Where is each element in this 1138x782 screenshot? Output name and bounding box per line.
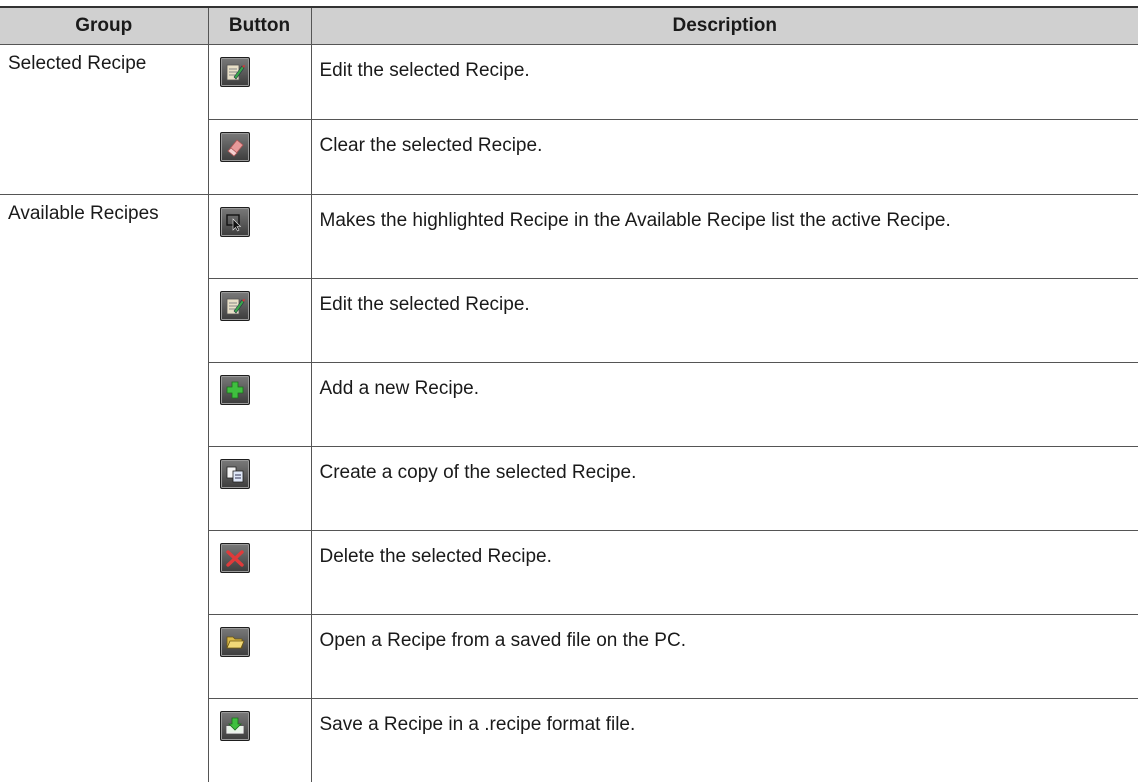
description-text: Clear the selected Recipe. bbox=[311, 120, 1138, 195]
table-header-row: Group Button Description bbox=[0, 7, 1138, 45]
button-reference-table: Group Button Description Selected Recipe bbox=[0, 6, 1138, 782]
delete-x-icon[interactable] bbox=[220, 543, 250, 573]
edit-recipe-icon[interactable] bbox=[220, 57, 250, 87]
add-plus-icon[interactable] bbox=[220, 375, 250, 405]
header-group: Group bbox=[0, 7, 208, 45]
header-description: Description bbox=[311, 7, 1138, 45]
table-row: Available Recipes Makes the highlighted … bbox=[0, 195, 1138, 279]
description-text: Open a Recipe from a saved file on the P… bbox=[311, 615, 1138, 699]
description-text: Edit the selected Recipe. bbox=[311, 279, 1138, 363]
open-folder-icon[interactable] bbox=[220, 627, 250, 657]
description-text: Create a copy of the selected Recipe. bbox=[311, 447, 1138, 531]
description-text: Add a new Recipe. bbox=[311, 363, 1138, 447]
header-button: Button bbox=[208, 7, 311, 45]
description-text: Makes the highlighted Recipe in the Avai… bbox=[311, 195, 1138, 279]
select-cursor-icon[interactable] bbox=[220, 207, 250, 237]
description-text: Delete the selected Recipe. bbox=[311, 531, 1138, 615]
description-text: Edit the selected Recipe. bbox=[311, 45, 1138, 120]
copy-documents-icon[interactable] bbox=[220, 459, 250, 489]
description-text: Save a Recipe in a .recipe format file. bbox=[311, 699, 1138, 782]
group-label-available-recipes: Available Recipes bbox=[0, 195, 208, 782]
table-row: Selected Recipe Edit the selected Recipe… bbox=[0, 45, 1138, 120]
eraser-clear-icon[interactable] bbox=[220, 132, 250, 162]
group-label-selected-recipe: Selected Recipe bbox=[0, 45, 208, 195]
edit-recipe-icon[interactable] bbox=[220, 291, 250, 321]
save-download-icon[interactable] bbox=[220, 711, 250, 741]
